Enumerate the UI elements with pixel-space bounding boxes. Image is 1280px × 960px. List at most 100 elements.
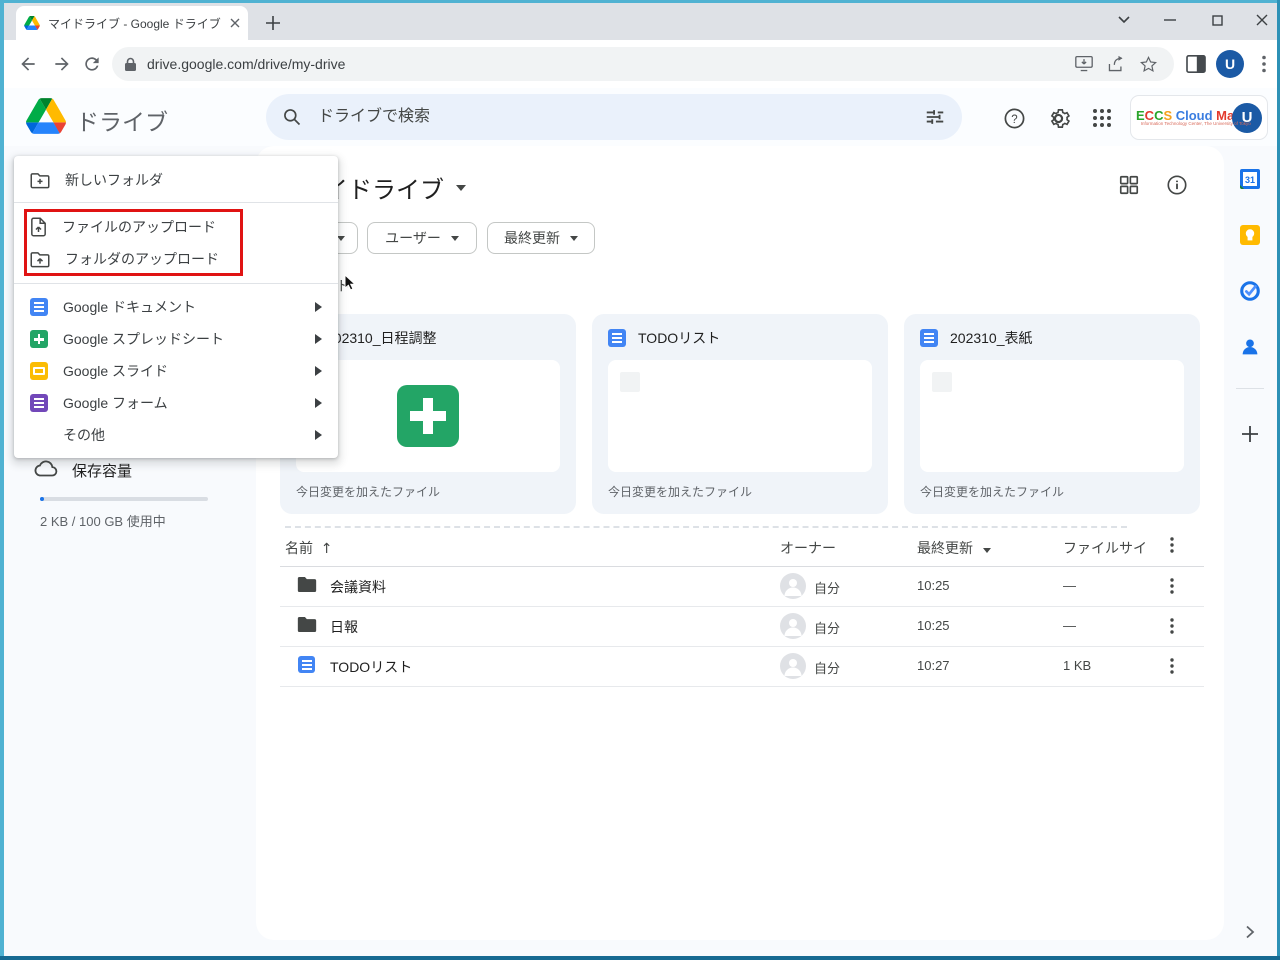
menu-item-google-slides[interactable]: Google スライド [14,355,338,387]
file-list-header: 名前 ↑ オーナー 最終更新 ファイルサイ [256,532,1224,566]
folder-icon [297,616,317,633]
window-border-top [0,0,1280,3]
new-tab-button[interactable] [262,12,284,34]
row-kebab-icon[interactable] [1170,618,1174,634]
search-icon [282,107,302,127]
side-panel-icon[interactable] [1184,52,1208,76]
new-folder-icon [30,172,50,189]
drop-target-dashed-line [285,526,1127,528]
browser-profile-avatar[interactable]: U [1216,50,1244,78]
account-badge[interactable]: ECCS Cloud Mail Information Technology C… [1131,96,1267,139]
google-slides-icon [30,362,48,380]
screenshot-root: { "window": { "tab_title": "マイドライブ - Goo… [0,0,1280,960]
window-minimize-button[interactable] [1150,5,1190,35]
chip-modified[interactable]: 最終更新 [487,222,595,254]
tab-close-icon[interactable] [230,18,240,28]
lock-icon [124,57,137,72]
card-title: TODOリスト [638,330,721,346]
file-owner: 自分 [814,581,841,596]
column-size[interactable]: ファイルサイ [1063,538,1147,558]
forward-icon[interactable] [50,52,74,76]
new-menu-popup: 新しいフォルダ ファイルのアップロード フォルダのアップロード Google ド… [14,156,338,458]
tab-search-chevron-icon[interactable] [1104,5,1144,35]
google-forms-icon [30,394,48,412]
bookmark-star-icon[interactable] [1134,50,1162,78]
menu-divider [14,283,338,284]
hide-side-panel-chevron-icon[interactable] [1238,920,1262,944]
row-divider [280,686,1204,687]
keep-icon[interactable] [1238,223,1262,247]
search-options-tune-icon[interactable] [924,106,946,128]
search-input[interactable] [316,107,924,127]
menu-item-google-sheets[interactable]: Google スプレッドシート [14,323,338,355]
chevron-down-icon [456,184,466,191]
address-bar[interactable]: drive.google.com/drive/my-drive [112,47,1174,81]
url-text: drive.google.com/drive/my-drive [147,56,346,72]
menu-item-google-forms[interactable]: Google フォーム [14,387,338,419]
get-add-ons-plus-icon[interactable] [1238,422,1262,446]
settings-gear-icon[interactable] [1045,105,1071,131]
menu-item-new-folder[interactable]: 新しいフォルダ [14,162,338,198]
apps-grid-icon[interactable] [1089,105,1115,131]
row-kebab-icon[interactable] [1170,658,1174,674]
rail-divider [1236,388,1264,389]
docs-file-icon [920,329,938,347]
file-modified: 10:27 [917,658,950,673]
browser-menu-kebab-icon[interactable] [1252,52,1276,76]
file-row[interactable]: 会議資料 自分 10:25 — [256,566,1224,606]
column-modified[interactable]: 最終更新 [917,538,991,558]
eccs-cloud-mail-logo: ECCS Cloud Mail Information Technology C… [1136,107,1251,127]
file-row[interactable]: 日報 自分 10:25 — [256,606,1224,646]
suggested-card[interactable]: TODOリスト 今日変更を加えたファイル [592,314,888,514]
svg-text:?: ? [1011,113,1017,125]
drive-search-bar[interactable] [266,94,962,140]
menu-divider [14,202,338,203]
contacts-icon[interactable] [1238,335,1262,359]
file-size: — [1063,618,1076,633]
storage-progress-bar [40,497,208,501]
info-icon[interactable] [1166,174,1188,196]
file-size: — [1063,578,1076,593]
drive-profile-avatar[interactable]: U [1232,102,1262,133]
owner-avatar [780,573,806,599]
menu-item-google-docs[interactable]: Google ドキュメント [14,291,338,323]
storage-progress-fill [40,497,44,501]
calendar-icon[interactable]: 31 [1238,167,1262,191]
drive-favicon [24,16,40,30]
file-owner: 自分 [814,661,841,676]
browser-tabstrip: マイドライブ - Google ドライブ [4,3,1277,40]
reload-icon[interactable] [80,52,104,76]
drive-header: ドライブ ? ECCS Cloud Mail Information Techn… [4,88,1277,146]
storage-label[interactable]: 保存容量 [72,460,132,481]
chevron-down-icon [570,235,578,241]
chip-people[interactable]: ユーザー [367,222,477,254]
drive-logo[interactable] [26,98,66,134]
google-docs-icon [30,298,48,316]
card-caption: 今日変更を加えたファイル [920,485,1065,499]
submenu-arrow-icon [315,334,322,344]
window-close-button[interactable] [1242,5,1280,35]
share-icon[interactable] [1102,50,1130,78]
file-row[interactable]: TODOリスト 自分 10:27 1 KB [256,646,1224,686]
list-settings-kebab-icon[interactable] [1170,537,1174,553]
storage-cloud-icon [34,459,58,477]
suggested-cards-row: 202310_日程調整 今日変更を加えたファイル TODOリスト 今日変更を加え… [280,314,1200,514]
menu-item-more[interactable]: その他 [14,419,338,451]
install-icon[interactable] [1070,50,1098,78]
submenu-arrow-icon [315,302,322,312]
suggested-card[interactable]: 202310_表紙 今日変更を加えたファイル [904,314,1200,514]
file-modified: 10:25 [917,618,950,633]
window-maximize-button[interactable] [1197,5,1237,35]
help-icon[interactable]: ? [1001,105,1027,131]
card-title: 202310_日程調整 [326,330,437,346]
row-kebab-icon[interactable] [1170,578,1174,594]
submenu-arrow-icon [315,430,322,440]
folder-icon [297,576,317,593]
grid-view-icon[interactable] [1118,174,1140,196]
back-icon[interactable] [16,52,40,76]
column-name[interactable]: 名前 ↑ [285,538,333,558]
browser-tab[interactable]: マイドライブ - Google ドライブ [16,6,248,40]
column-owner[interactable]: オーナー [780,538,836,558]
card-caption: 今日変更を加えたファイル [296,485,441,499]
tasks-icon[interactable] [1238,279,1262,303]
